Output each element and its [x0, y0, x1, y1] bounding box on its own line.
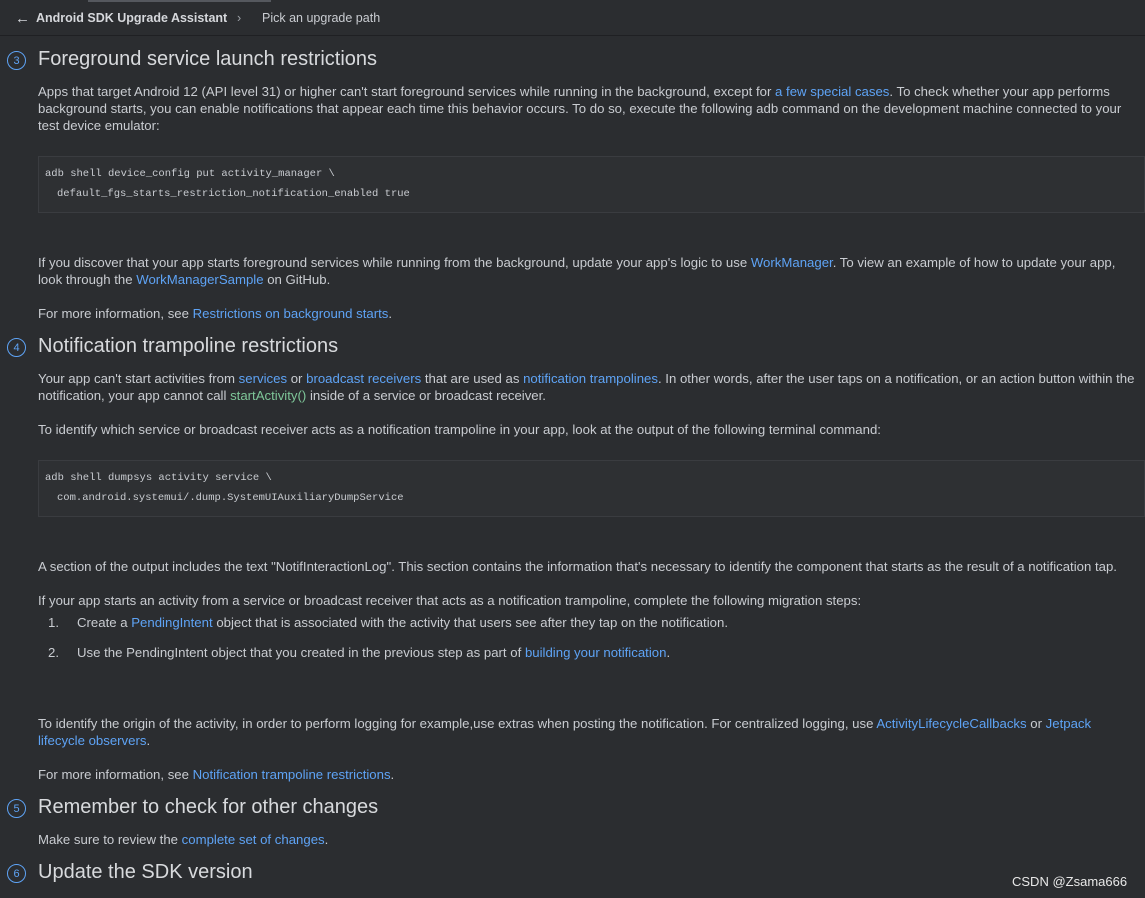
broadcast-receivers-link[interactable]: broadcast receivers: [306, 371, 421, 386]
code-line: adb shell device_config put activity_man…: [45, 168, 335, 180]
section-title-6: Update the SDK version: [38, 861, 253, 883]
section4-paragraph-2: To identify which service or broadcast r…: [38, 422, 881, 437]
complete-set-of-changes-link[interactable]: complete set of changes: [182, 832, 325, 847]
background-starts-link[interactable]: Restrictions on background starts: [193, 306, 389, 321]
step-number-3: 3: [7, 51, 26, 70]
code-line: com.android.systemui/.dump.SystemUIAuxil…: [57, 492, 404, 504]
activity-lifecycle-callbacks-link[interactable]: ActivityLifecycleCallbacks: [876, 716, 1026, 731]
section-title-5: Remember to check for other changes: [38, 796, 379, 818]
section4-paragraph-4: If your app starts an activity from a se…: [38, 593, 862, 608]
section-title-3: Foreground service launch restrictions: [38, 48, 378, 70]
section4-paragraph-1: Your app can't start activities from ser…: [38, 371, 1135, 403]
section4-paragraph-5: To identify the origin of the activity, …: [38, 716, 1092, 748]
tab-indicator: [88, 0, 271, 2]
watermark: CSDN @Zsama666: [1012, 874, 1128, 889]
few-special-cases-link[interactable]: a few special cases: [775, 84, 889, 99]
breadcrumb-assistant[interactable]: Android SDK Upgrade Assistant: [36, 11, 227, 25]
step-number-6: 6: [7, 864, 26, 883]
building-notification-link[interactable]: building your notification: [525, 645, 667, 660]
list-item: 2. Use the PendingIntent object that you …: [48, 645, 671, 660]
services-link[interactable]: services: [239, 371, 287, 386]
workmanager-sample-link[interactable]: WorkManagerSample: [136, 272, 263, 287]
notification-trampolines-link[interactable]: notification trampolines: [523, 371, 658, 386]
code-block-dumpsys[interactable]: adb shell dumpsys activity service \ com…: [38, 460, 1145, 517]
top-bar: ← Android SDK Upgrade Assistant › Pick a…: [0, 0, 1145, 36]
trampoline-restrictions-link[interactable]: Notification trampoline restrictions: [193, 767, 391, 782]
breadcrumb-separator-icon: ›: [237, 11, 242, 25]
step-number-5: 5: [7, 799, 26, 818]
section4-paragraph-3: A section of the output includes the tex…: [38, 559, 1117, 574]
workmanager-link[interactable]: WorkManager: [751, 255, 833, 270]
start-activity-code: startActivity(): [230, 388, 307, 403]
pendingintent-link[interactable]: PendingIntent: [131, 615, 212, 630]
section-title-4: Notification trampoline restrictions: [38, 335, 339, 357]
step-number-4: 4: [7, 338, 26, 357]
back-arrow-icon[interactable]: ←: [15, 10, 30, 27]
section4-paragraph-6: For more information, see Notification t…: [38, 767, 395, 782]
section3-paragraph-1: Apps that target Android 12 (API level 3…: [38, 84, 1122, 133]
breadcrumb-current: Pick an upgrade path: [262, 11, 381, 25]
code-line: default_fgs_starts_restriction_notificat…: [57, 188, 410, 200]
code-block-fgs[interactable]: adb shell device_config put activity_man…: [38, 156, 1145, 213]
section3-paragraph-3: For more information, see Restrictions o…: [38, 306, 393, 321]
section5-paragraph-1: Make sure to review the complete set of …: [38, 832, 329, 847]
section3-paragraph-2: If you discover that your app starts for…: [38, 255, 1116, 287]
list-item: 1. Create a PendingIntent object that is …: [48, 615, 728, 630]
code-line: adb shell dumpsys activity service \: [45, 472, 272, 484]
